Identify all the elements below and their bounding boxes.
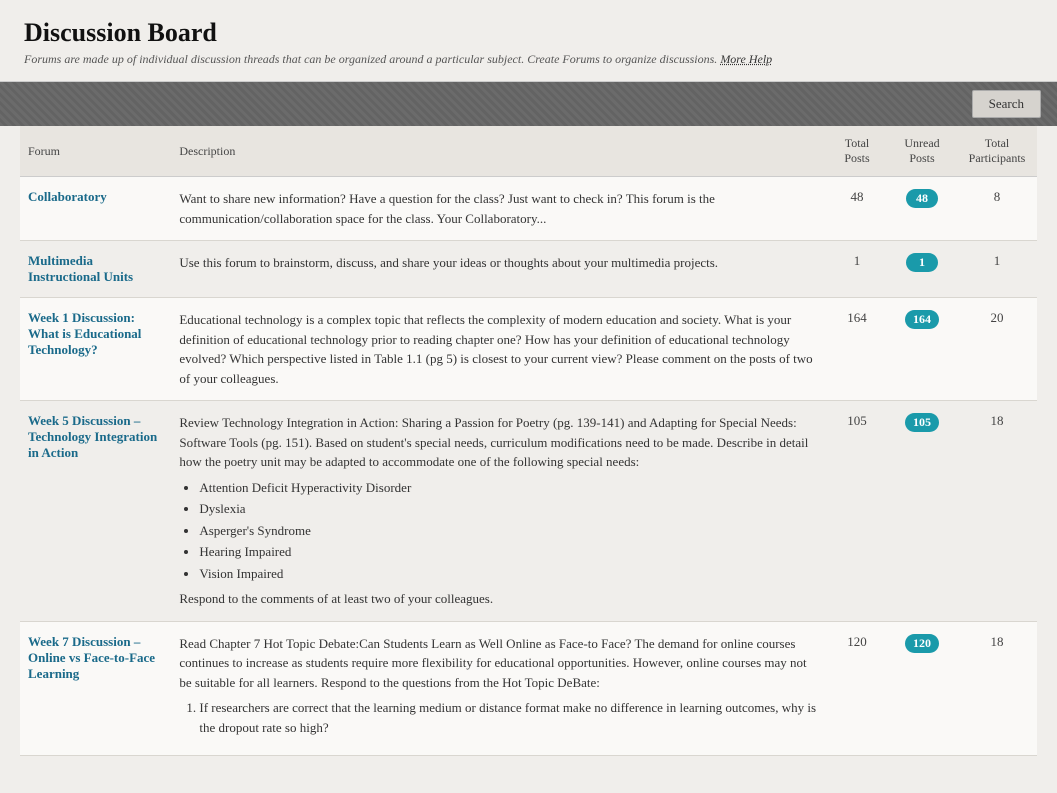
search-button[interactable]: Search	[972, 90, 1041, 118]
table-row: Week 7 Discussion – Online vs Face-to-Fa…	[20, 621, 1037, 756]
forum-desc-collaboratory: Want to share new information? Have a qu…	[171, 177, 827, 241]
unread-posts-week7: 120	[887, 621, 957, 756]
table-row: Collaboratory Want to share new informati…	[20, 177, 1037, 241]
more-help-link[interactable]: More Help	[720, 52, 772, 66]
list-item: Dyslexia	[199, 499, 819, 519]
forum-name-multimedia[interactable]: Multimedia Instructional Units	[28, 253, 163, 285]
total-posts-collaboratory: 48	[827, 177, 887, 241]
unread-badge-week1: 164	[905, 310, 939, 329]
table-row: Week 5 Discussion – Technology Integrati…	[20, 401, 1037, 622]
main-content: Forum Description TotalPosts UnreadPosts…	[0, 126, 1057, 776]
unread-posts-week1: 164	[887, 298, 957, 401]
col-header-total-participants: TotalParticipants	[957, 126, 1037, 177]
participants-week1: 20	[957, 298, 1037, 401]
toolbar: Search	[0, 82, 1057, 126]
unread-badge-week5: 105	[905, 413, 939, 432]
unread-badge-multimedia: 1	[906, 253, 938, 272]
col-header-description: Description	[171, 126, 827, 177]
table-row: Multimedia Instructional UnitsUse this f…	[20, 241, 1037, 298]
table-header-row: Forum Description TotalPosts UnreadPosts…	[20, 126, 1037, 177]
forum-table: Forum Description TotalPosts UnreadPosts…	[20, 126, 1037, 756]
unread-posts-week5: 105	[887, 401, 957, 622]
forum-desc-week1: Educational technology is a complex topi…	[171, 298, 827, 401]
page-subtitle: Forums are made up of individual discuss…	[24, 52, 1033, 67]
table-row: Week 1 Discussion: What is Educational T…	[20, 298, 1037, 401]
list-item: Hearing Impaired	[199, 542, 819, 562]
total-posts-week7: 120	[827, 621, 887, 756]
participants-week5: 18	[957, 401, 1037, 622]
forum-name-week7[interactable]: Week 7 Discussion – Online vs Face-to-Fa…	[28, 634, 163, 682]
list-item: Attention Deficit Hyperactivity Disorder	[199, 478, 819, 498]
total-posts-week5: 105	[827, 401, 887, 622]
forum-desc-week5: Review Technology Integration in Action:…	[171, 401, 827, 622]
total-posts-week1: 164	[827, 298, 887, 401]
list-item: Vision Impaired	[199, 564, 819, 584]
participants-collaboratory: 8	[957, 177, 1037, 241]
participants-week7: 18	[957, 621, 1037, 756]
forum-desc-week7: Read Chapter 7 Hot Topic Debate:Can Stud…	[171, 621, 827, 756]
unread-posts-multimedia: 1	[887, 241, 957, 298]
forum-name-week1[interactable]: Week 1 Discussion: What is Educational T…	[28, 310, 163, 358]
col-header-unread-posts: UnreadPosts	[887, 126, 957, 177]
forum-desc-multimedia: Use this forum to brainstorm, discuss, a…	[171, 241, 827, 298]
unread-posts-collaboratory: 48	[887, 177, 957, 241]
list-item: If researchers are correct that the lear…	[199, 698, 819, 737]
total-posts-multimedia: 1	[827, 241, 887, 298]
page-header: Discussion Board Forums are made up of i…	[0, 0, 1057, 82]
page-title: Discussion Board	[24, 18, 1033, 48]
forum-name-collaboratory[interactable]: Collaboratory	[28, 189, 163, 205]
participants-multimedia: 1	[957, 241, 1037, 298]
col-header-total-posts: TotalPosts	[827, 126, 887, 177]
unread-badge-collaboratory: 48	[906, 189, 938, 208]
col-header-forum: Forum	[20, 126, 171, 177]
list-item: Asperger's Syndrome	[199, 521, 819, 541]
forum-name-week5[interactable]: Week 5 Discussion – Technology Integrati…	[28, 413, 163, 461]
unread-badge-week7: 120	[905, 634, 939, 653]
